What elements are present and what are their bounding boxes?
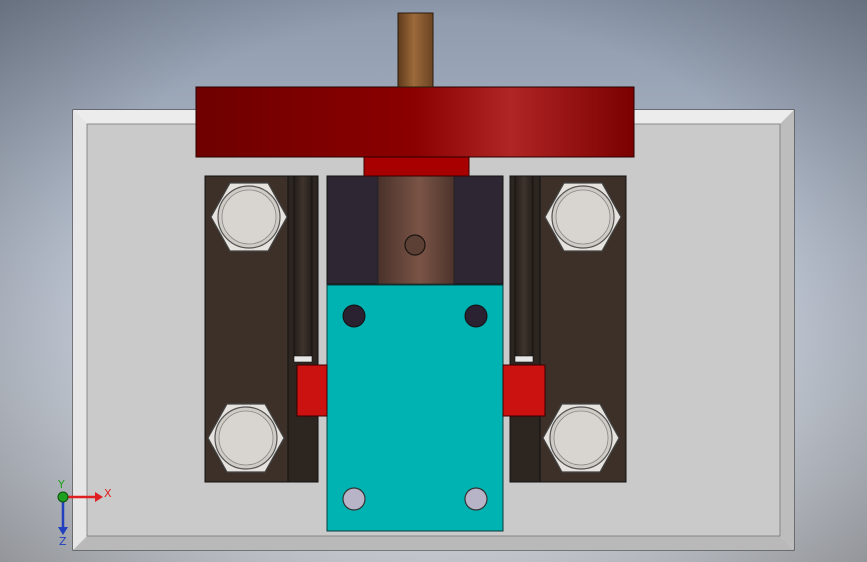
slider-block[interactable] <box>326 284 504 532</box>
slider-screw-top-left <box>342 304 366 328</box>
cad-viewport[interactable]: X Y Z <box>0 0 867 562</box>
slider-screw-top-right <box>464 304 488 328</box>
piston-rod[interactable] <box>377 175 455 285</box>
right-guide-rail[interactable] <box>509 175 541 483</box>
triad-y-label: Y <box>57 478 65 491</box>
drive-shaft[interactable] <box>397 12 434 88</box>
assembly-view: X Y Z <box>0 0 867 562</box>
flywheel[interactable] <box>195 86 635 158</box>
left-stop-block[interactable] <box>296 364 328 417</box>
triad-x-label: X <box>104 487 112 500</box>
slider-screw-bottom-left <box>342 487 366 511</box>
triad-z-label: Z <box>59 535 67 548</box>
left-guide-rail[interactable] <box>287 175 319 483</box>
rod-pin-hole <box>404 234 426 256</box>
flywheel-hub[interactable] <box>363 156 470 177</box>
slider-screw-bottom-right <box>464 487 488 511</box>
right-stop-block[interactable] <box>502 364 546 417</box>
triad-y-axis-dot <box>57 491 69 503</box>
